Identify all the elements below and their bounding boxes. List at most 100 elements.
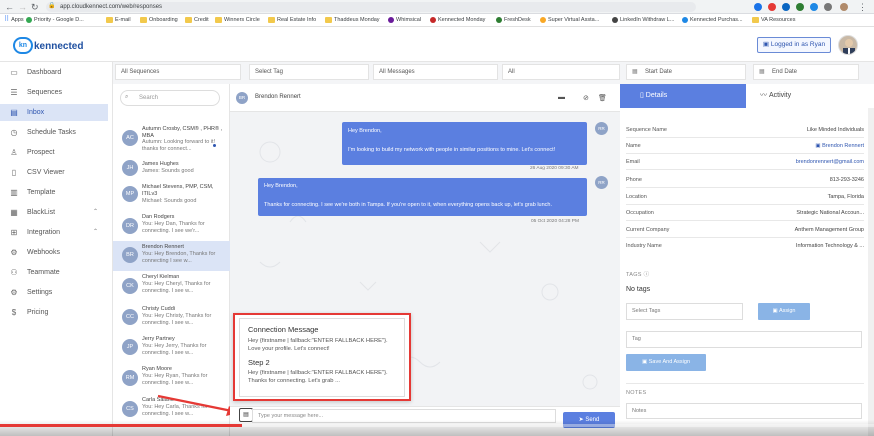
avatar: RR (595, 122, 608, 135)
save-and-assign-button[interactable]: ▣ Save And Assign (626, 354, 706, 371)
sidebar-item-webhooks[interactable]: ⚙ Webhooks (0, 244, 108, 261)
extension-icon[interactable] (810, 3, 818, 11)
avatar: CK (122, 278, 138, 294)
sidebar-item-template[interactable]: ▥ Template (0, 184, 108, 201)
bookmark[interactable]: Whimsical (388, 16, 421, 24)
avatar: JH (122, 160, 138, 176)
bookmark[interactable]: Kennected Monday (430, 16, 485, 24)
bookmark[interactable]: Kennected Purchas... (682, 16, 743, 24)
select-tags-input[interactable]: Select Tags (626, 303, 743, 320)
sent-message: Hey Brendon, I'm looking to build my net… (342, 122, 587, 165)
sidebar-item-integration[interactable]: ⊞ Integration ⌃ (0, 224, 108, 241)
activity-icon: 〰 (760, 92, 769, 99)
sidebar-item-schedule-tasks[interactable]: ◷ Schedule Tasks (0, 124, 108, 141)
bookmark[interactable]: Real Estate Info (268, 16, 316, 24)
sidebar-item-inbox[interactable]: ▤ Inbox (0, 104, 108, 121)
menu-dots-icon[interactable]: ⋮ (858, 0, 867, 14)
template-title[interactable]: Connection Message (248, 325, 396, 335)
start-date-input[interactable]: Start Date (626, 64, 746, 80)
tab-activity[interactable]: 〰 Activity (752, 84, 874, 108)
sidebar-item-settings[interactable]: ⚙ Settings (0, 284, 108, 301)
bookmark[interactable]: FreshDesk (496, 16, 531, 24)
extension-icon[interactable] (768, 3, 776, 11)
sidebar-item-sequences[interactable]: ☰ Sequences (0, 84, 108, 101)
gear-icon: ⚙ (10, 288, 18, 297)
archive-icon[interactable]: ▬ (558, 94, 565, 101)
extension-icon[interactable] (754, 3, 762, 11)
sidebar-item-teammate[interactable]: ⚇ Teammate (0, 264, 108, 281)
end-date-input[interactable]: End Date (753, 64, 859, 80)
list-icon: ☰ (10, 88, 18, 97)
reload-icon[interactable]: ↻ (31, 0, 39, 14)
bookmark[interactable]: VA Resources (752, 16, 795, 24)
bookmark[interactable]: LinkedIn Withdraw L... (612, 16, 674, 24)
sent-message: Hey Brendon, Thanks for connecting. I se… (258, 178, 587, 216)
sidebar-item-prospect[interactable]: ♙ Prospect (0, 144, 108, 161)
notes-input[interactable]: Notes (626, 403, 862, 419)
tags-label: TAGS ⓘ (626, 272, 650, 278)
template-title[interactable]: Step 2 (248, 358, 396, 368)
divider (626, 204, 864, 205)
bookmark[interactable]: Credit (185, 16, 209, 24)
list-item[interactable]: AC Autumn Crosby, CSM® , PHR® , MBA Autumn… (113, 122, 230, 158)
inbox-icon: ▤ (10, 108, 18, 117)
divider (626, 137, 864, 138)
bookmark-apps[interactable]: ⠿ Apps (4, 16, 24, 24)
tab-details[interactable]: ▯ Details (620, 84, 746, 108)
avatar: RM (122, 370, 138, 386)
extension-icon[interactable] (796, 3, 804, 11)
divider (626, 383, 864, 384)
chat-contact-name: Brendon Rennert (255, 94, 301, 100)
sidebar-item-blacklist[interactable]: ▦ BlackList ⌃ (0, 204, 108, 221)
template-body: Hey {firstname | fallback:"ENTER FALLBAC… (248, 338, 388, 352)
bookmark[interactable]: E-mail (106, 16, 131, 24)
tag-filter[interactable]: Select Tag (249, 64, 369, 80)
logged-in-button[interactable]: ▣ Logged in as Ryan (757, 37, 831, 53)
app-header (0, 28, 874, 62)
webhook-icon: ⚙ (10, 248, 18, 257)
bookmark[interactable]: Winners Circle (215, 16, 260, 24)
detail-row: Industry Name Information Technology & ..… (626, 243, 864, 249)
puzzle-icon[interactable] (824, 3, 832, 11)
sidebar-item-pricing[interactable]: $ Pricing (0, 304, 108, 321)
forward-icon[interactable]: → (18, 0, 27, 14)
unread-dot (213, 144, 216, 147)
bookmark[interactable]: Priority - Google D... (26, 16, 84, 24)
detail-row: Occupation Strategic National Accoun... (626, 210, 864, 216)
template-list[interactable]: Connection Message Hey {firstname | fall… (239, 318, 405, 397)
sidebar-item-dashboard[interactable]: ▭ Dashboard (0, 64, 108, 81)
contact-link[interactable]: ▣ Brendon Rennert (815, 141, 864, 151)
divider (626, 187, 864, 188)
extension-icon[interactable] (782, 3, 790, 11)
address-bar[interactable]: app.cloudkennect.com/web/responses (46, 2, 696, 12)
divider (626, 169, 864, 170)
detail-row: Email brendonrennert@gmail.com (626, 159, 864, 165)
back-icon[interactable]: ← (5, 0, 14, 14)
calendar-icon: ▣ (762, 41, 771, 48)
bookmark[interactable]: Onboarding (140, 16, 178, 24)
lock-icon: 🔒 (48, 3, 56, 9)
team-icon: ⚇ (10, 268, 18, 277)
save-icon: ▣ (641, 359, 649, 365)
assign-button[interactable]: ▣ Assign (758, 303, 810, 320)
delete-icon[interactable]: 🗑 (598, 94, 607, 102)
search-input[interactable]: Search (120, 90, 220, 106)
block-icon[interactable]: ⊘ (583, 94, 589, 102)
calendar-icon: ▦ (632, 69, 638, 75)
sequence-filter[interactable]: All Sequences (115, 64, 241, 80)
chevron-up-icon: ⌃ (92, 209, 98, 215)
notes-label: NOTES (626, 390, 647, 396)
profile-icon[interactable] (840, 3, 848, 11)
sidebar-item-csv-viewer[interactable]: ▯ CSV Viewer (0, 164, 108, 181)
avatar: BR (236, 92, 248, 104)
scrollbar[interactable] (868, 108, 874, 436)
user-avatar[interactable] (838, 35, 858, 55)
bookmark[interactable]: Thaddeus Monday (325, 16, 380, 24)
message-filter[interactable]: All Messages (373, 64, 498, 80)
tag-input[interactable]: Tag (626, 331, 862, 348)
status-filter[interactable]: All (502, 64, 620, 80)
bookmark[interactable]: Super Virtual Assta... (540, 16, 599, 24)
file-icon: ▯ (11, 168, 17, 177)
avatar: DR (122, 218, 138, 234)
list-item[interactable]: BR Brendon Rennert You: Hey Brendon, Thank… (113, 241, 230, 271)
